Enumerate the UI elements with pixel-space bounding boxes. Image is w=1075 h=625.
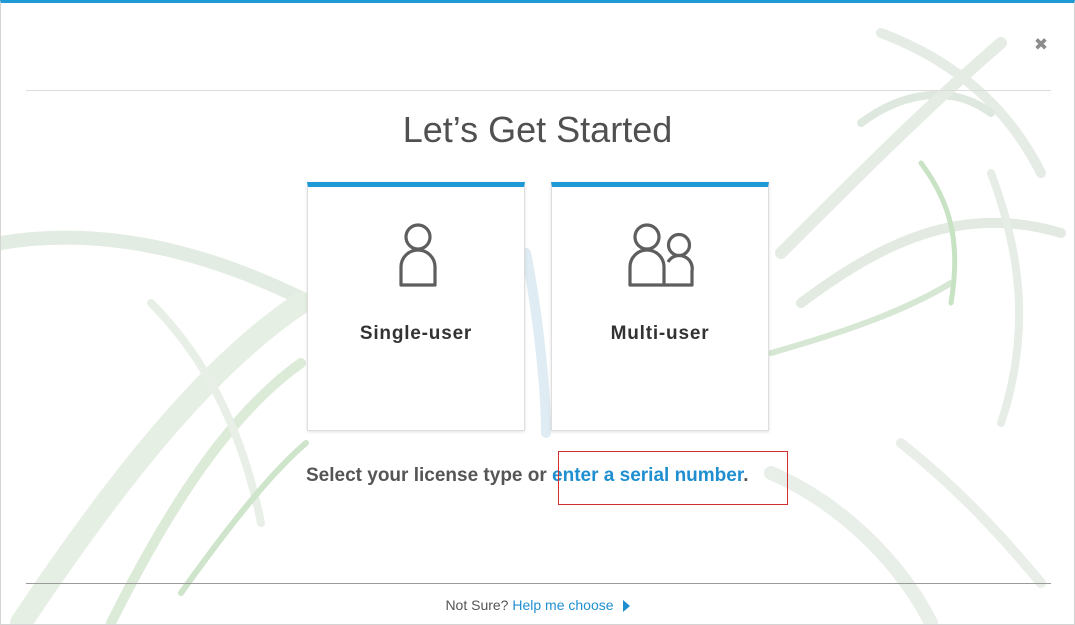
- header-divider: [26, 90, 1051, 91]
- multi-user-icon: [628, 223, 694, 287]
- single-user-card[interactable]: Single-user: [307, 182, 525, 431]
- license-prompt-text: Select your license type or: [306, 465, 547, 486]
- background-artwork: [1, 28, 1066, 624]
- multi-user-card[interactable]: Multi-user: [551, 182, 769, 431]
- help-me-choose-link[interactable]: Help me choose: [512, 597, 613, 613]
- multi-user-label: Multi-user: [610, 323, 710, 344]
- play-arrow-icon[interactable]: [622, 600, 630, 612]
- close-icon[interactable]: ✖: [1032, 36, 1050, 54]
- footer: Not Sure? Help me choose: [1, 597, 1074, 613]
- footer-divider: [26, 583, 1051, 584]
- not-sure-text: Not Sure?: [445, 597, 509, 613]
- serial-link-highlight: [558, 451, 788, 505]
- single-user-label: Single-user: [359, 323, 473, 344]
- dialog-title: Let’s Get Started: [402, 109, 673, 150]
- single-user-icon: [399, 223, 437, 287]
- license-dialog: ✖ Let’s Get Started Single-user Multi-us…: [0, 0, 1075, 625]
